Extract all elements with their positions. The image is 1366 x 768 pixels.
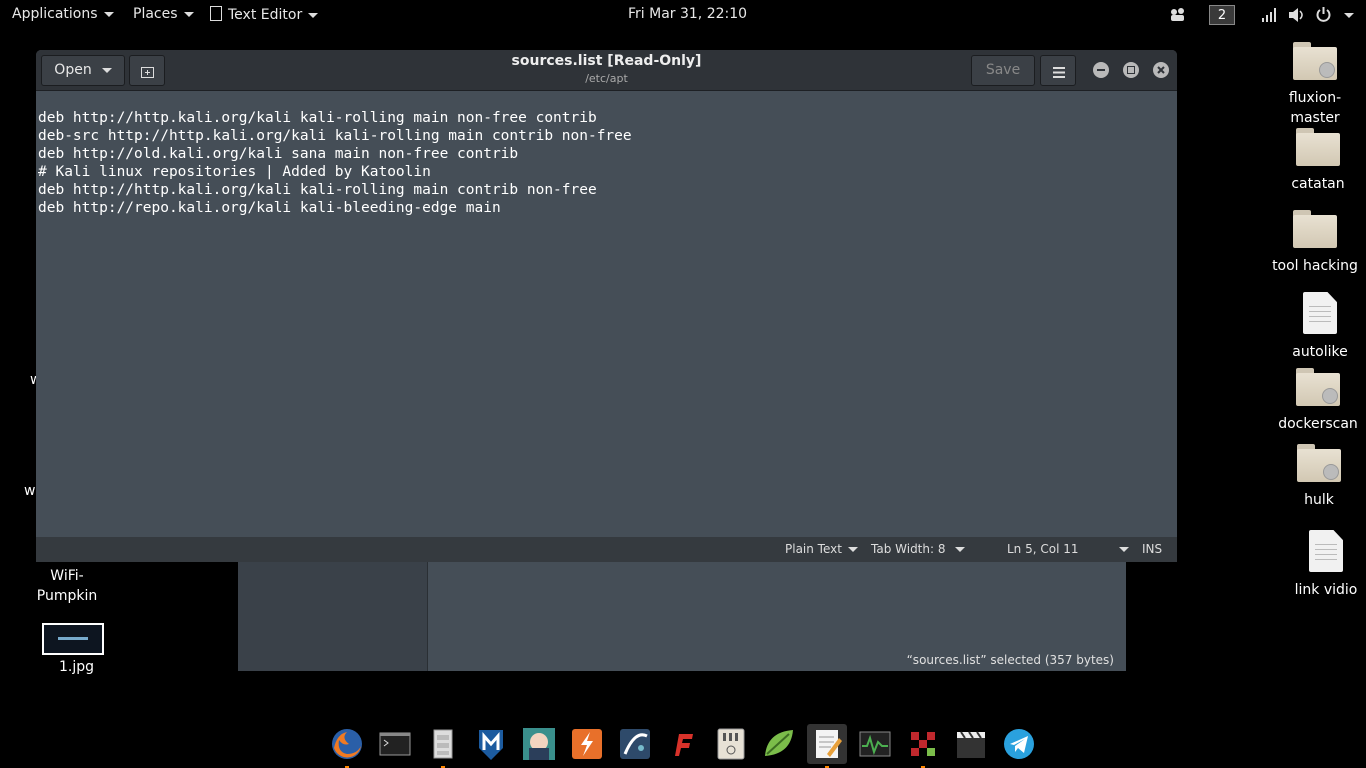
- desktop-icon-catatan[interactable]: catatan: [1273, 128, 1363, 194]
- chevron-down-icon: [955, 547, 966, 552]
- lock-icon: [1319, 62, 1335, 78]
- close-icon[interactable]: [1153, 62, 1169, 78]
- network-signal-icon[interactable]: [1262, 8, 1276, 26]
- app-menu[interactable]: Text Editor: [210, 6, 319, 23]
- clock[interactable]: Fri Mar 31, 22:10: [628, 6, 747, 22]
- metasploit-icon[interactable]: [471, 724, 511, 764]
- file-icon: [1303, 292, 1337, 334]
- top-bar: Applications Places Text Editor Fri Mar …: [0, 0, 1366, 30]
- file-manager-status: “sources.list” selected (357 bytes): [906, 653, 1114, 667]
- hamburger-menu-button[interactable]: [1040, 55, 1076, 86]
- dock: [322, 720, 1044, 768]
- mixer-icon[interactable]: [711, 724, 751, 764]
- desktop-icon-label: dockerscan: [1278, 416, 1358, 432]
- desktop-icon-label: hulk: [1304, 492, 1334, 508]
- desktop-icon-label: autolike: [1292, 344, 1348, 360]
- text-editor-window[interactable]: Open sources.list [Read-Only] /etc/apt S…: [36, 50, 1177, 562]
- firefox-icon[interactable]: [327, 724, 367, 768]
- volume-icon[interactable]: [1289, 8, 1305, 26]
- files-icon[interactable]: [423, 724, 463, 768]
- file-icon: [1309, 530, 1343, 572]
- desktop-icon-fluxion[interactable]: fluxion- master: [1270, 42, 1360, 128]
- desktop-icon-tool-hacking[interactable]: tool hacking: [1270, 210, 1360, 276]
- save-button[interactable]: Save: [971, 55, 1035, 86]
- cursor-position-label: Ln 5, Col 11: [1007, 542, 1079, 556]
- tab-width-label: Tab Width: 8: [871, 542, 946, 556]
- desktop-icon-label: tool hacking: [1272, 258, 1358, 274]
- folder-icon: [1296, 368, 1340, 406]
- people-icon[interactable]: [1170, 8, 1186, 21]
- insert-mode[interactable]: INS: [1142, 542, 1162, 556]
- text-line: deb http://http.kali.org/kali kali-rolli…: [38, 182, 597, 198]
- desktop-icon-autolike[interactable]: autolike: [1275, 292, 1365, 362]
- syntax-selector[interactable]: Plain Text: [785, 542, 858, 556]
- folder-icon: [1297, 444, 1341, 482]
- file-manager-sidebar[interactable]: [238, 562, 428, 671]
- desktop-icon-label: 1.jpg: [59, 659, 95, 675]
- lock-icon: [1323, 464, 1339, 480]
- power-icon[interactable]: [1316, 7, 1331, 26]
- syntax-label: Plain Text: [785, 542, 842, 556]
- workspace-indicator[interactable]: 2: [1209, 5, 1235, 25]
- hamburger-icon: [1053, 66, 1065, 82]
- minimize-icon[interactable]: [1093, 62, 1109, 78]
- places-label: Places: [133, 6, 178, 22]
- header-bar[interactable]: Open sources.list [Read-Only] /etc/apt S…: [36, 50, 1177, 91]
- text-line: deb http://old.kali.org/kali sana main n…: [38, 146, 519, 162]
- maltego-icon[interactable]: [615, 724, 655, 764]
- lock-icon: [1322, 388, 1338, 404]
- chevron-down-icon: [183, 11, 194, 17]
- desktop-icon-wifi-pumpkin[interactable]: WiFi- Pumpkin: [36, 566, 98, 606]
- desktop-icon-label: catatan: [1291, 176, 1345, 192]
- chevron-down-icon: [847, 547, 858, 552]
- burpsuite-icon[interactable]: [567, 724, 607, 764]
- text-line: # Kali linux repositories | Added by Kat…: [38, 164, 431, 180]
- text-line: deb-src http://http.kali.org/kali kali-r…: [38, 128, 632, 144]
- desktop-icon-label: link vidio: [1294, 582, 1358, 598]
- text-line: deb http://http.kali.org/kali kali-rolli…: [38, 110, 597, 126]
- folder-icon: [1293, 210, 1337, 248]
- app-menu-label: Text Editor: [228, 7, 303, 23]
- desktop-icon-link-vidio[interactable]: link vidio: [1281, 530, 1366, 600]
- armitage-icon[interactable]: [903, 724, 943, 768]
- chevron-down-icon: [308, 12, 319, 18]
- applications-menu[interactable]: Applications: [12, 6, 114, 22]
- places-menu[interactable]: Places: [133, 6, 194, 22]
- terminal-icon[interactable]: [375, 724, 415, 764]
- desktop-icon-label: fluxion- master: [1288, 90, 1342, 126]
- leafpad-icon[interactable]: [759, 724, 799, 764]
- flash-icon[interactable]: [663, 724, 703, 764]
- image-thumbnail-icon[interactable]: [42, 623, 104, 655]
- maximize-icon[interactable]: [1123, 62, 1139, 78]
- desktop-icon-dockerscan[interactable]: dockerscan: [1273, 368, 1363, 434]
- text-line: deb http://repo.kali.org/kali kali-bleed…: [38, 200, 501, 216]
- folder-icon: [1293, 42, 1337, 80]
- file-manager-window[interactable]: “sources.list” selected (357 bytes): [238, 562, 1126, 671]
- chevron-down-icon: [103, 11, 114, 17]
- desktop-icon-partial-label[interactable]: w: [24, 483, 35, 499]
- folder-icon: [1296, 128, 1340, 166]
- telegram-icon[interactable]: [999, 724, 1039, 764]
- system-menu-chevron-icon[interactable]: [1344, 13, 1354, 18]
- chevron-down-icon: [1118, 547, 1129, 552]
- applications-label: Applications: [12, 6, 98, 22]
- desktop-icon-hulk[interactable]: hulk: [1274, 444, 1364, 510]
- text-editor-icon[interactable]: [807, 724, 847, 768]
- text-editor-area[interactable]: deb http://http.kali.org/kali kali-rolli…: [36, 91, 1177, 537]
- cursor-position[interactable]: Ln 5, Col 11: [1007, 542, 1129, 556]
- status-bar: Plain Text Tab Width: 8 Ln 5, Col 11 INS: [36, 537, 1177, 562]
- tab-width-selector[interactable]: Tab Width: 8: [871, 542, 966, 556]
- anime-app-icon[interactable]: [519, 724, 559, 764]
- system-monitor-icon[interactable]: [855, 724, 895, 764]
- video-editor-icon[interactable]: [951, 724, 991, 764]
- text-editor-icon: [210, 6, 222, 21]
